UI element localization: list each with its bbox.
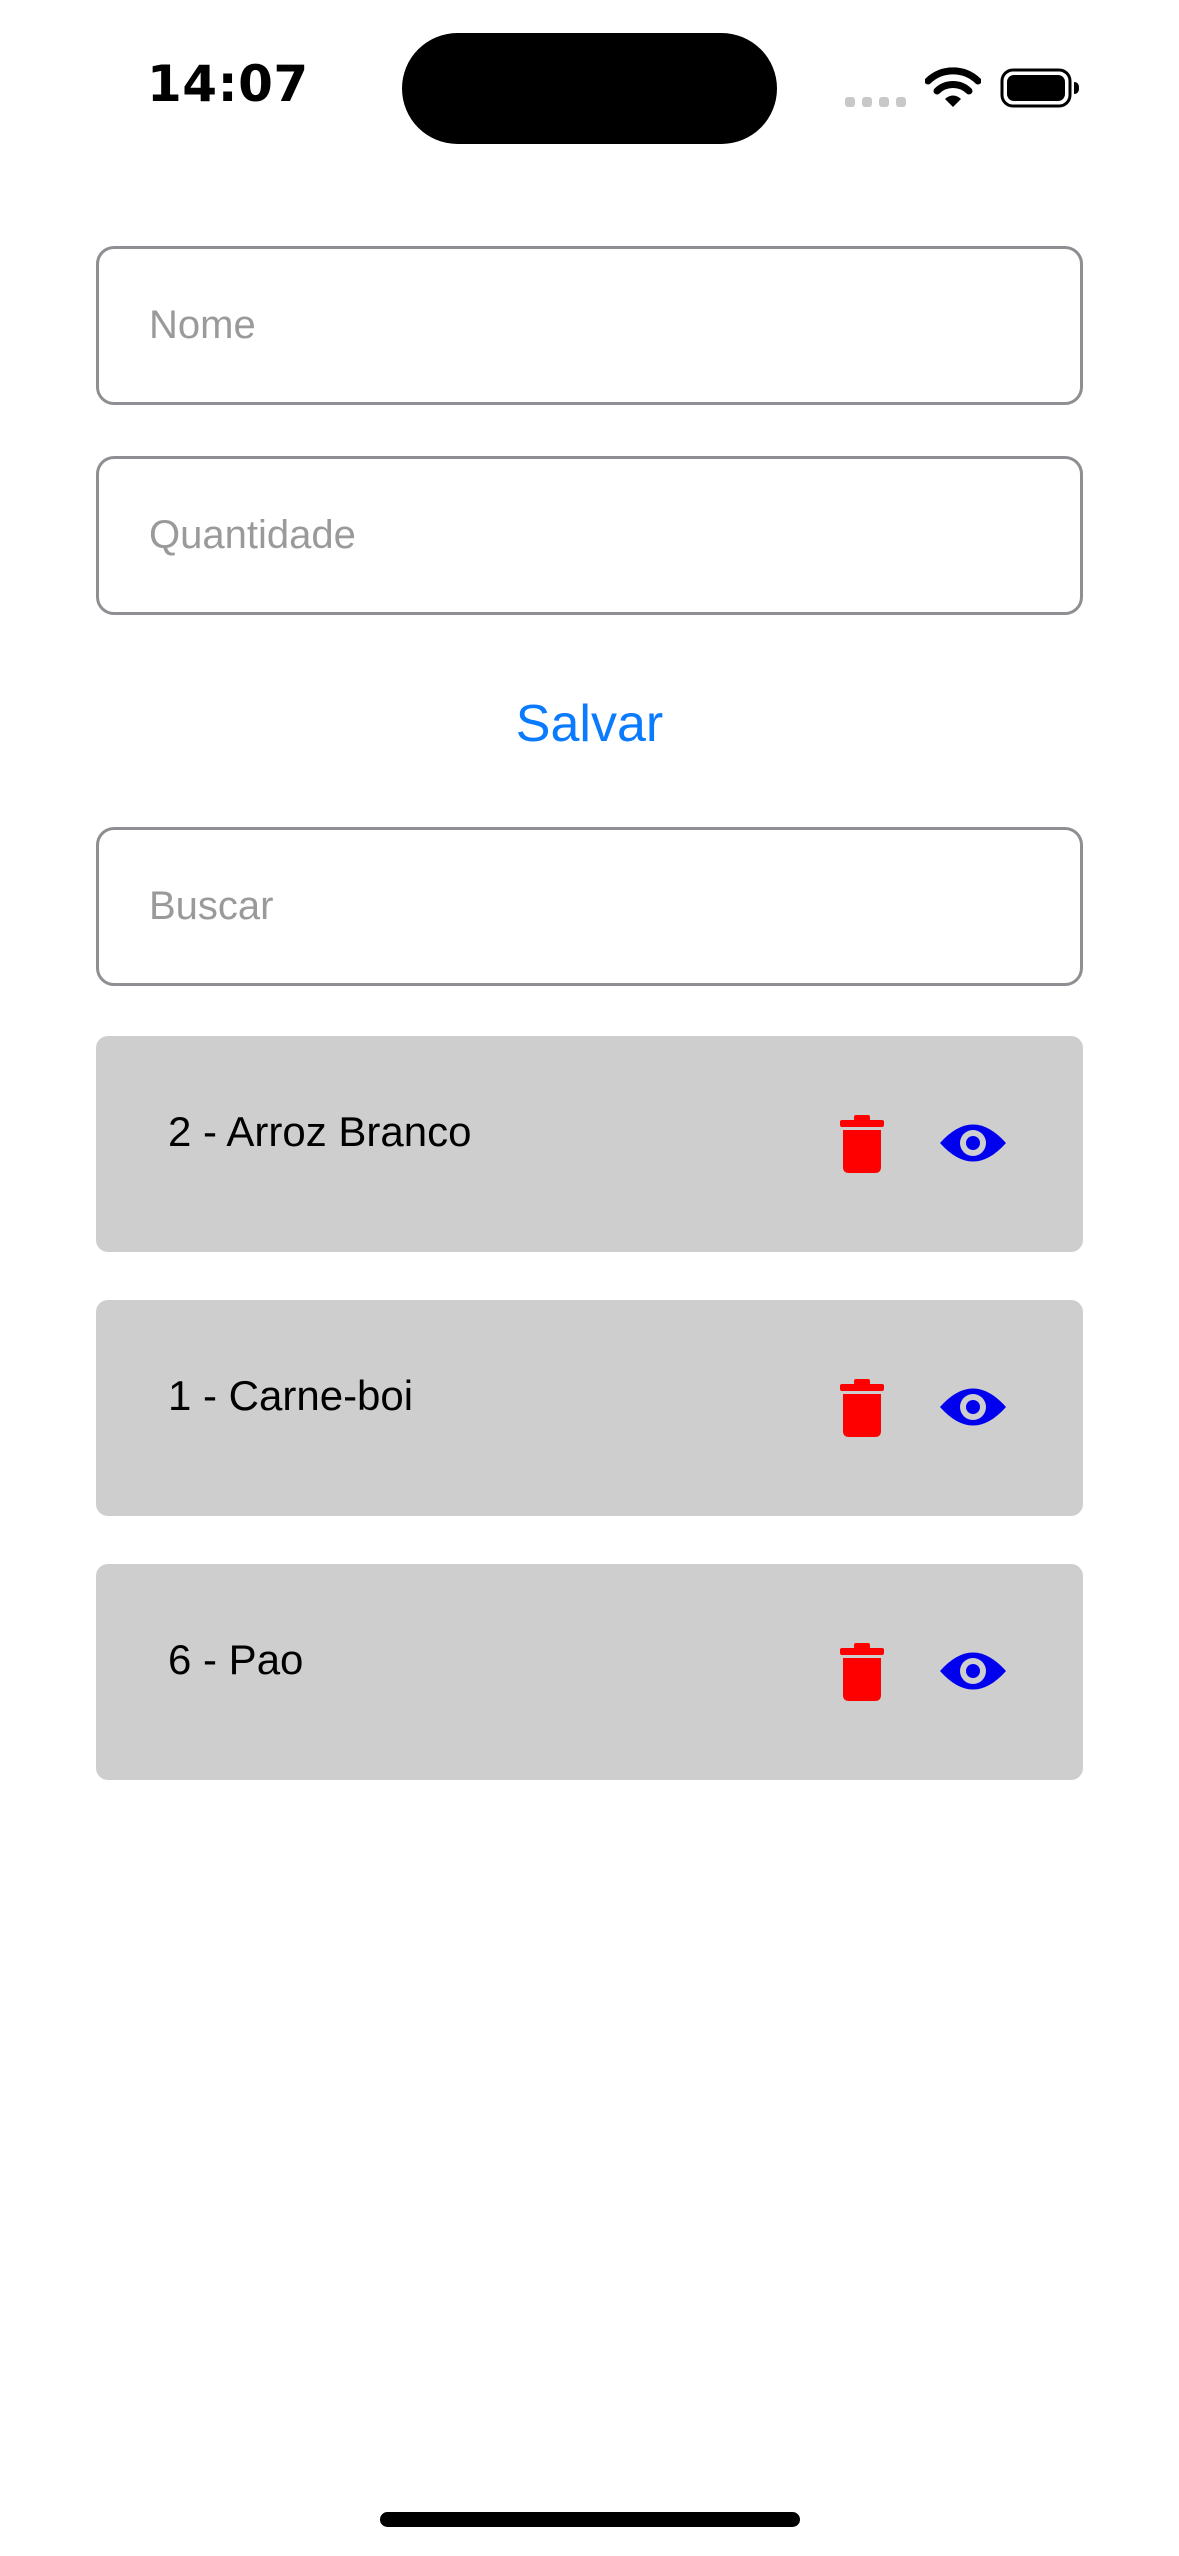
search-input[interactable] [96, 827, 1083, 986]
cellular-signal-icon [845, 97, 907, 107]
trash-icon[interactable] [838, 1642, 886, 1702]
save-button[interactable]: Salvar [96, 686, 1083, 762]
item-list: 2 - Arroz Branco 1 - Carne-boi 6 - Pao [96, 1036, 1083, 1828]
dynamic-island [402, 33, 777, 144]
eye-icon[interactable] [938, 1382, 1008, 1432]
wifi-icon [925, 67, 981, 107]
item-label: 6 - Pao [168, 1636, 304, 1683]
list-item: 6 - Pao [96, 1564, 1083, 1780]
item-label: 1 - Carne-boi [168, 1372, 414, 1419]
list-item: 2 - Arroz Branco [96, 1036, 1083, 1252]
battery-icon [1000, 68, 1079, 108]
eye-icon[interactable] [938, 1646, 1008, 1696]
name-input[interactable] [96, 246, 1083, 405]
trash-icon[interactable] [838, 1114, 886, 1174]
home-indicator[interactable] [380, 2512, 800, 2527]
status-time: 14:07 [147, 55, 309, 113]
list-item: 1 - Carne-boi [96, 1300, 1083, 1516]
quantity-input[interactable] [96, 456, 1083, 615]
eye-icon[interactable] [938, 1118, 1008, 1168]
item-label: 2 - Arroz Branco [168, 1108, 472, 1155]
trash-icon[interactable] [838, 1378, 886, 1438]
